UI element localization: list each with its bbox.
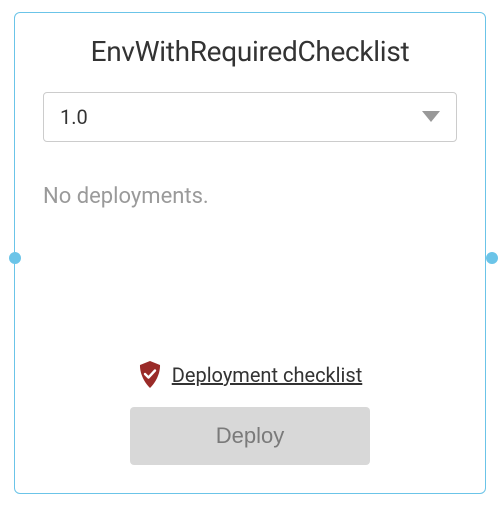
version-select[interactable]: 1.0 [43, 92, 457, 142]
deploy-button[interactable]: Deploy [130, 407, 370, 465]
connector-dot-right [486, 252, 498, 264]
chevron-down-icon [422, 111, 440, 123]
checklist-row: Deployment checklist [43, 361, 457, 389]
shield-check-icon [138, 361, 162, 389]
deployment-status: No deployments. [43, 184, 457, 209]
environment-title: EnvWithRequiredChecklist [43, 35, 457, 68]
deployment-checklist-link[interactable]: Deployment checklist [172, 363, 363, 387]
environment-card: EnvWithRequiredChecklist 1.0 No deployme… [14, 12, 486, 494]
version-select-value: 1.0 [60, 105, 88, 129]
